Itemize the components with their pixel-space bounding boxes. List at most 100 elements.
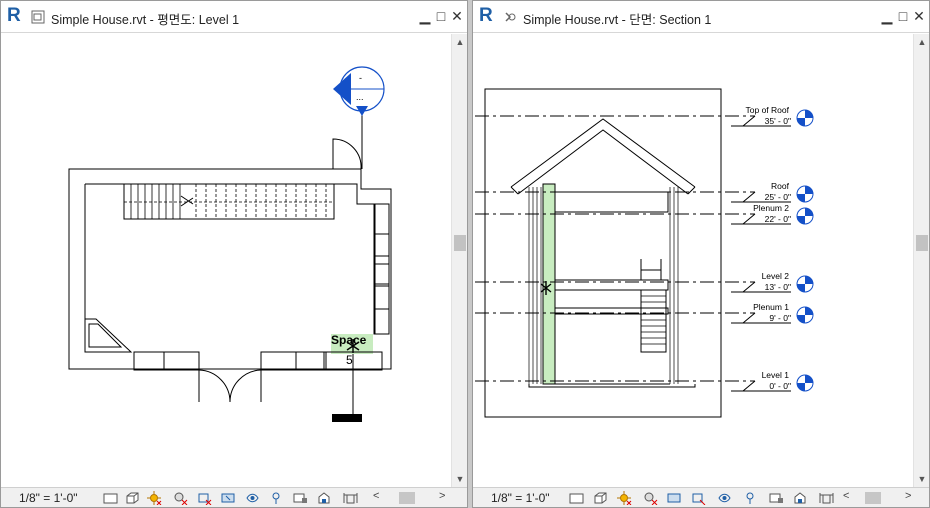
- sun-path-icon[interactable]: [617, 491, 632, 505]
- window: [295, 351, 327, 371]
- temporary-properties-icon[interactable]: [293, 491, 308, 505]
- level-elevation-label: 35' - 0": [765, 116, 791, 126]
- level-0[interactable]: Top of Roof35' - 0": [475, 105, 814, 127]
- scroll-down-icon[interactable]: ▼: [914, 472, 930, 486]
- window: [163, 351, 200, 371]
- level-elevation-label: 22' - 0": [765, 214, 791, 224]
- scroll-up-icon[interactable]: ▲: [914, 35, 930, 49]
- elevation-marker-icon[interactable]: - ...: [333, 66, 385, 116]
- level-head-icon[interactable]: [796, 306, 814, 324]
- window: [373, 308, 390, 335]
- worksharing-icon[interactable]: [793, 491, 808, 505]
- stair: [640, 289, 667, 353]
- view-scale[interactable]: 1/8" = 1'-0": [19, 491, 78, 505]
- level-name-label: Plenum 2: [753, 203, 789, 213]
- floor-slab: [554, 191, 669, 213]
- level-name-label: Roof: [771, 181, 790, 191]
- view-titlebar[interactable]: R Simple House.rvt - 평면도: Level 1 ▁ □ ✕: [1, 1, 467, 33]
- reveal-hidden-icon[interactable]: [743, 491, 758, 505]
- section-head-icon[interactable]: [332, 414, 362, 422]
- scrollbar-thumb[interactable]: [916, 235, 928, 251]
- temporary-hide-icon[interactable]: [717, 491, 732, 505]
- shadows-icon[interactable]: [173, 491, 188, 505]
- shadows-icon[interactable]: [643, 491, 658, 505]
- visual-style-icon[interactable]: [125, 491, 140, 505]
- horizontal-scrollbar-thumb[interactable]: [865, 492, 881, 504]
- level-elevation-label: 9' - 0": [769, 313, 791, 323]
- revit-logo-icon: R: [479, 5, 493, 26]
- view-title: Simple House.rvt - 단면: Section 1: [523, 13, 712, 27]
- svg-text:-: -: [359, 73, 362, 83]
- level-head-icon[interactable]: [796, 374, 814, 392]
- level-elevation-label: 0' - 0": [769, 381, 791, 391]
- section-view-icon: [505, 12, 516, 22]
- room-name-label: Space: [331, 333, 367, 347]
- reveal-hidden-icon[interactable]: [269, 491, 284, 505]
- design-options-icon[interactable]: [343, 491, 358, 505]
- level-name-label: Level 2: [762, 271, 790, 281]
- detail-level-icon[interactable]: [103, 491, 118, 505]
- design-options-icon[interactable]: [819, 491, 834, 505]
- scroll-up-icon[interactable]: ▲: [452, 35, 468, 49]
- vertical-scrollbar[interactable]: ▲ ▼: [451, 34, 467, 487]
- floor-plan-view-window[interactable]: R Simple House.rvt - 평면도: Level 1 ▁ □ ✕: [0, 0, 468, 508]
- level-5[interactable]: Level 10' - 0": [475, 370, 814, 392]
- window: [373, 203, 390, 235]
- horizontal-scrollbar-thumb[interactable]: [399, 492, 415, 504]
- show-crop-icon[interactable]: [221, 491, 236, 505]
- floor-plan-canvas[interactable]: Space 5 - ...: [1, 34, 451, 489]
- view-control-bar: 1/8" = 1'-0" < >: [473, 487, 929, 507]
- level-head-icon[interactable]: [796, 275, 814, 293]
- close-button[interactable]: ✕: [449, 8, 465, 24]
- section-view-window[interactable]: R Simple House.rvt - 단면: Section 1 ▁ □ ✕: [472, 0, 930, 508]
- show-crop-icon[interactable]: [691, 491, 706, 505]
- vertical-scrollbar[interactable]: ▲ ▼: [913, 34, 929, 487]
- scroll-left-icon[interactable]: <: [843, 490, 849, 502]
- scroll-left-icon[interactable]: <: [373, 490, 379, 502]
- sun-path-icon[interactable]: [147, 491, 162, 505]
- crop-view-icon[interactable]: [197, 491, 212, 505]
- level-1[interactable]: Roof25' - 0": [475, 181, 814, 203]
- visual-style-icon[interactable]: [593, 491, 608, 505]
- interior-wall-line: [85, 183, 376, 334]
- level-3[interactable]: Level 213' - 0": [475, 271, 814, 293]
- maximize-button[interactable]: □: [895, 8, 911, 24]
- worksharing-icon[interactable]: [317, 491, 332, 505]
- view-scale[interactable]: 1/8" = 1'-0": [491, 491, 550, 505]
- temporary-hide-icon[interactable]: [245, 491, 260, 505]
- detail-level-icon[interactable]: [569, 491, 584, 505]
- temporary-properties-icon[interactable]: [769, 491, 784, 505]
- level-name-label: Top of Roof: [746, 105, 790, 115]
- stair: [123, 183, 335, 220]
- window: [133, 351, 165, 371]
- maximize-button[interactable]: □: [433, 8, 449, 24]
- level-name-label: Plenum 1: [753, 302, 789, 312]
- window: [373, 283, 390, 310]
- level-head-icon[interactable]: [796, 109, 814, 127]
- scrollbar-thumb[interactable]: [454, 235, 466, 251]
- revit-logo-icon: R: [7, 5, 21, 26]
- section-canvas[interactable]: Top of Roof35' - 0" Roof25' - 0"Plenum 22…: [473, 34, 913, 489]
- close-button[interactable]: ✕: [911, 8, 927, 24]
- crop-region: [484, 88, 722, 418]
- svg-text:...: ...: [356, 92, 364, 102]
- scroll-down-icon[interactable]: ▼: [452, 472, 468, 486]
- scroll-right-icon[interactable]: >: [439, 490, 445, 502]
- level-elevation-label: 13' - 0": [765, 282, 791, 292]
- minimize-button[interactable]: ▁: [417, 8, 433, 24]
- level-head-icon[interactable]: [796, 207, 814, 225]
- view-titlebar[interactable]: R Simple House.rvt - 단면: Section 1 ▁ □ ✕: [473, 1, 929, 33]
- crop-view-icon[interactable]: [667, 491, 682, 505]
- scroll-right-icon[interactable]: >: [905, 490, 911, 502]
- minimize-button[interactable]: ▁: [879, 8, 895, 24]
- roof: [510, 118, 696, 195]
- level-2[interactable]: Plenum 222' - 0": [475, 203, 814, 225]
- levels-group: Top of Roof35' - 0" Roof25' - 0"Plenum 22…: [475, 105, 814, 392]
- window: [373, 255, 390, 287]
- room-number-label: 5: [346, 353, 353, 367]
- view-title: Simple House.rvt - 평면도: Level 1: [51, 13, 240, 27]
- level-head-icon[interactable]: [796, 185, 814, 203]
- window: [373, 233, 390, 265]
- floor-plan-view-icon: [31, 10, 45, 24]
- level-elevation-label: 25' - 0": [765, 192, 791, 202]
